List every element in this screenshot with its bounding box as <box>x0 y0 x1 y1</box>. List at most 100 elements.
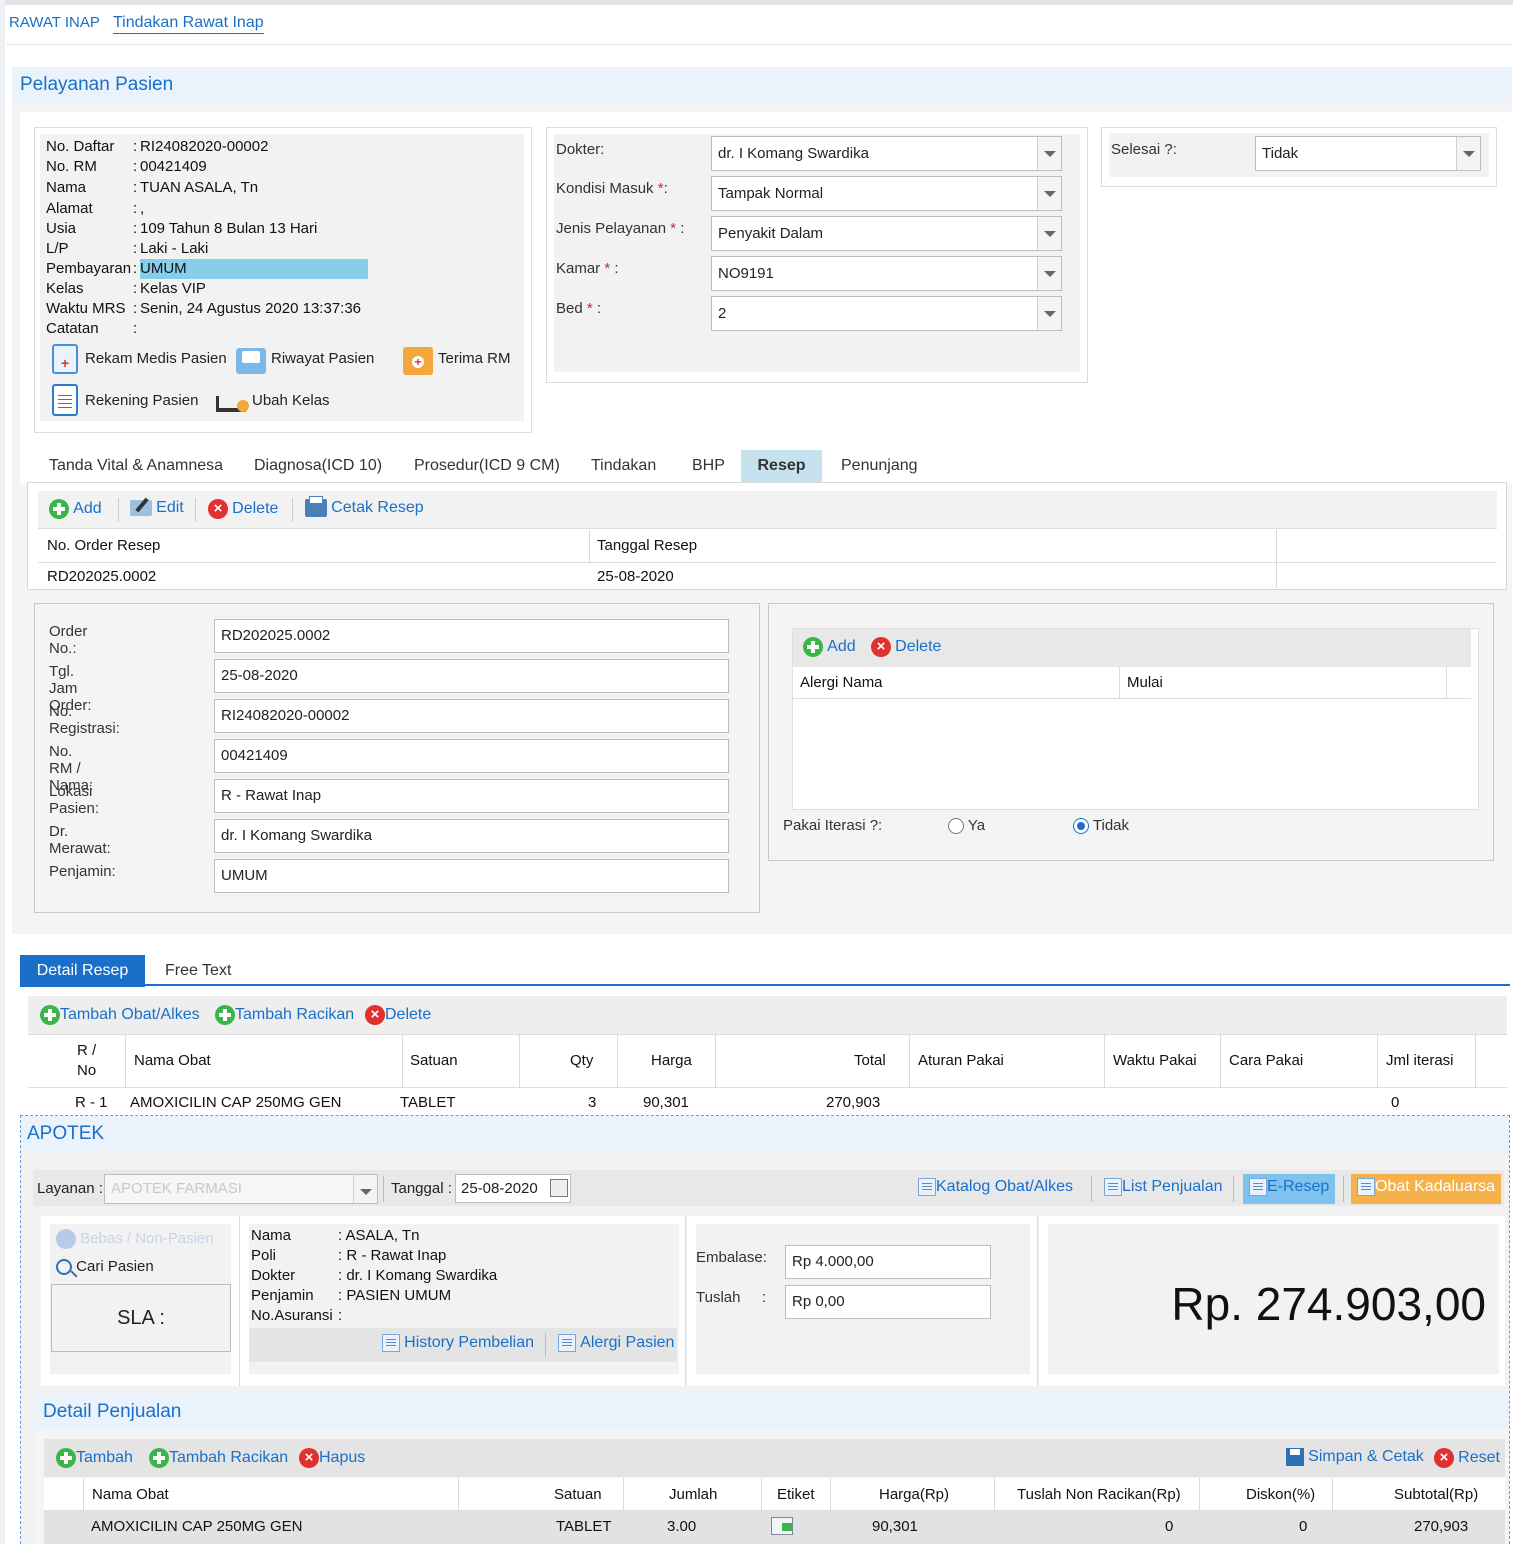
jenis-select[interactable]: Penyakit Dalam <box>711 216 1062 251</box>
table-row[interactable]: R - 1 AMOXICILIN CAP 250MG GEN TABLET 3 … <box>28 1089 1507 1114</box>
cari-pasien-button[interactable]: Cari Pasien <box>56 1258 154 1278</box>
divider <box>6 44 1512 45</box>
tanggal-input[interactable]: 25-08-2020 <box>455 1174 571 1203</box>
layanan-label: Layanan : <box>37 1180 103 1197</box>
list-penjualan-button[interactable]: List Penjualan <box>1104 1178 1223 1197</box>
lokasi-input[interactable]: R - Rawat Inap <box>214 779 729 813</box>
alergi-add-button[interactable]: Add <box>803 637 856 657</box>
tab-tindakan[interactable]: Tindakan <box>591 450 656 482</box>
tgl-order-input[interactable]: 25-08-2020 <box>214 659 729 693</box>
embalase-input[interactable]: Rp 4.000,00 <box>785 1245 991 1279</box>
penjualan-title: Detail Penjualan <box>35 1394 1508 1430</box>
penjualan-tambah-racikan-button[interactable]: Tambah Racikan <box>149 1448 288 1468</box>
rekam-medis-button[interactable]: + Rekam Medis Pasien <box>52 344 232 376</box>
alergi-delete-button[interactable]: × Delete <box>871 637 941 657</box>
no-rm-input[interactable]: 00421409 <box>214 739 729 773</box>
toolbar-separator <box>195 498 196 522</box>
delete-icon: × <box>208 499 228 519</box>
terima-rm-button[interactable]: + Terima RM <box>403 344 523 376</box>
col-jumlah: Jumlah <box>669 1486 718 1503</box>
layanan-select[interactable]: APOTEK FARMASI <box>104 1174 378 1204</box>
col-satuan: Satuan <box>554 1486 602 1503</box>
iterasi-label: Pakai Iterasi ?: <box>783 817 883 834</box>
tab-resep[interactable]: Resep <box>741 450 822 482</box>
riwayat-pasien-button[interactable]: Riwayat Pasien <box>236 344 386 376</box>
table-row[interactable]: RD202025.0002 25-08-2020 <box>38 564 1276 588</box>
chevron-down-icon[interactable] <box>353 1175 377 1203</box>
history-icon <box>382 1334 400 1353</box>
iterasi-ya-radio[interactable]: Ya <box>948 817 985 835</box>
chevron-down-icon[interactable] <box>1037 177 1061 210</box>
resep-delete-button[interactable]: × Delete <box>208 499 278 519</box>
col-divider <box>623 1478 624 1511</box>
tab-detail-resep[interactable]: Detail Resep <box>20 955 145 987</box>
ubah-kelas-button[interactable]: Ubah Kelas <box>216 386 346 418</box>
calendar-icon[interactable] <box>550 1179 568 1197</box>
breadcrumb-root[interactable]: RAWAT INAP <box>9 14 100 31</box>
selesai-select[interactable]: Tidak <box>1255 136 1481 171</box>
katalog-button[interactable]: Katalog Obat/Alkes <box>918 1178 1073 1197</box>
tab-bhp[interactable]: BHP <box>692 450 725 482</box>
col-divider <box>1220 1034 1221 1088</box>
top-border <box>0 0 1513 5</box>
iterasi-tidak-radio[interactable]: Tidak <box>1073 817 1129 835</box>
detail-delete-button[interactable]: × Delete <box>365 1005 431 1025</box>
dr-merawat-input[interactable]: dr. I Komang Swardika <box>214 819 729 853</box>
simpan-cetak-button[interactable]: Simpan & Cetak <box>1286 1448 1424 1467</box>
add-icon <box>49 499 69 519</box>
tambah-button[interactable]: Tambah <box>56 1448 133 1468</box>
order-no-input[interactable]: RD202025.0002 <box>214 619 729 653</box>
rekening-pasien-button[interactable]: Rekening Pasien <box>52 384 212 418</box>
tab-diagnosa[interactable]: Diagnosa(ICD 10) <box>254 450 382 482</box>
alergi-pasien-button[interactable]: Alergi Pasien <box>558 1334 674 1353</box>
reset-button[interactable]: × Reset <box>1434 1448 1500 1468</box>
tambah-obat-button[interactable]: Tambah Obat/Alkes <box>40 1005 200 1025</box>
col-harga: Harga <box>651 1052 692 1069</box>
patient-info: No. Daftar: RI24082020-00002 No. RM:00421… <box>46 137 516 337</box>
penjamin-input[interactable]: UMUM <box>214 859 729 893</box>
col-divider <box>994 1478 995 1511</box>
resep-add-button[interactable]: Add <box>49 499 102 519</box>
lokasi-label: Lokasi Pasien: <box>49 783 100 817</box>
tab-free-text[interactable]: Free Text <box>165 955 231 987</box>
breadcrumb-current[interactable]: Tindakan Rawat Inap <box>113 14 264 34</box>
col-nama-obat: Nama Obat <box>92 1486 169 1503</box>
info-row-penjamin: Penjamin: PASIEN UMUM <box>251 1287 452 1304</box>
tab-prosedur[interactable]: Prosedur(ICD 9 CM) <box>414 450 560 482</box>
dokter-select[interactable]: dr. I Komang Swardika <box>711 136 1062 171</box>
patient-row-no-daftar: No. Daftar: RI24082020-00002 <box>46 138 269 155</box>
tab-penunjang[interactable]: Penunjang <box>841 450 918 482</box>
e-resep-button[interactable]: E-Resep <box>1243 1174 1335 1204</box>
order-no-label: Order No.: <box>49 623 88 657</box>
bed-select[interactable]: 2 <box>711 296 1062 331</box>
chevron-down-icon[interactable] <box>1037 137 1061 170</box>
hapus-button[interactable]: × Hapus <box>299 1448 365 1468</box>
patient-row-catatan: Catatan: <box>46 320 138 337</box>
kamar-select[interactable]: NO9191 <box>711 256 1062 291</box>
col-divider <box>830 1478 831 1511</box>
table-row[interactable]: AMOXICILIN CAP 250MG GEN TABLET 3.00 90,… <box>44 1511 1505 1544</box>
etiket-print-icon[interactable] <box>771 1517 793 1535</box>
patient-row-nama: Nama: TUAN ASALA, Tn <box>46 179 259 196</box>
sla-box: SLA : <box>51 1284 231 1352</box>
tuslah-input[interactable]: Rp 0,00 <box>785 1285 991 1319</box>
resep-edit-button[interactable]: Edit <box>130 497 184 517</box>
chevron-down-icon[interactable] <box>1037 297 1061 330</box>
chevron-down-icon[interactable] <box>1456 137 1480 170</box>
kondisi-select[interactable]: Tampak Normal <box>711 176 1062 211</box>
cetak-resep-button[interactable]: Cetak Resep <box>305 496 424 518</box>
history-pembelian-button[interactable]: History Pembelian <box>382 1334 534 1353</box>
info-row-nama: Nama: ASALA, Tn <box>251 1227 420 1244</box>
col-divider <box>1199 1478 1200 1511</box>
radio-icon-selected <box>1073 818 1089 835</box>
obat-kadaluarsa-button[interactable]: Obat Kadaluarsa <box>1351 1174 1501 1204</box>
tambah-racikan-button[interactable]: Tambah Racikan <box>215 1005 354 1025</box>
tab-tanda-vital[interactable]: Tanda Vital & Anamnesa <box>49 450 223 482</box>
pembayaran-highlight: UMUM <box>140 259 368 279</box>
chevron-down-icon[interactable] <box>1037 257 1061 290</box>
no-registrasi-input[interactable]: RI24082020-00002 <box>214 699 729 733</box>
col-divider <box>617 1034 618 1088</box>
save-icon <box>1286 1448 1304 1467</box>
chevron-down-icon[interactable] <box>1037 217 1061 250</box>
bebas-non-pasien-button[interactable]: Bebas / Non-Pasien <box>56 1229 214 1249</box>
